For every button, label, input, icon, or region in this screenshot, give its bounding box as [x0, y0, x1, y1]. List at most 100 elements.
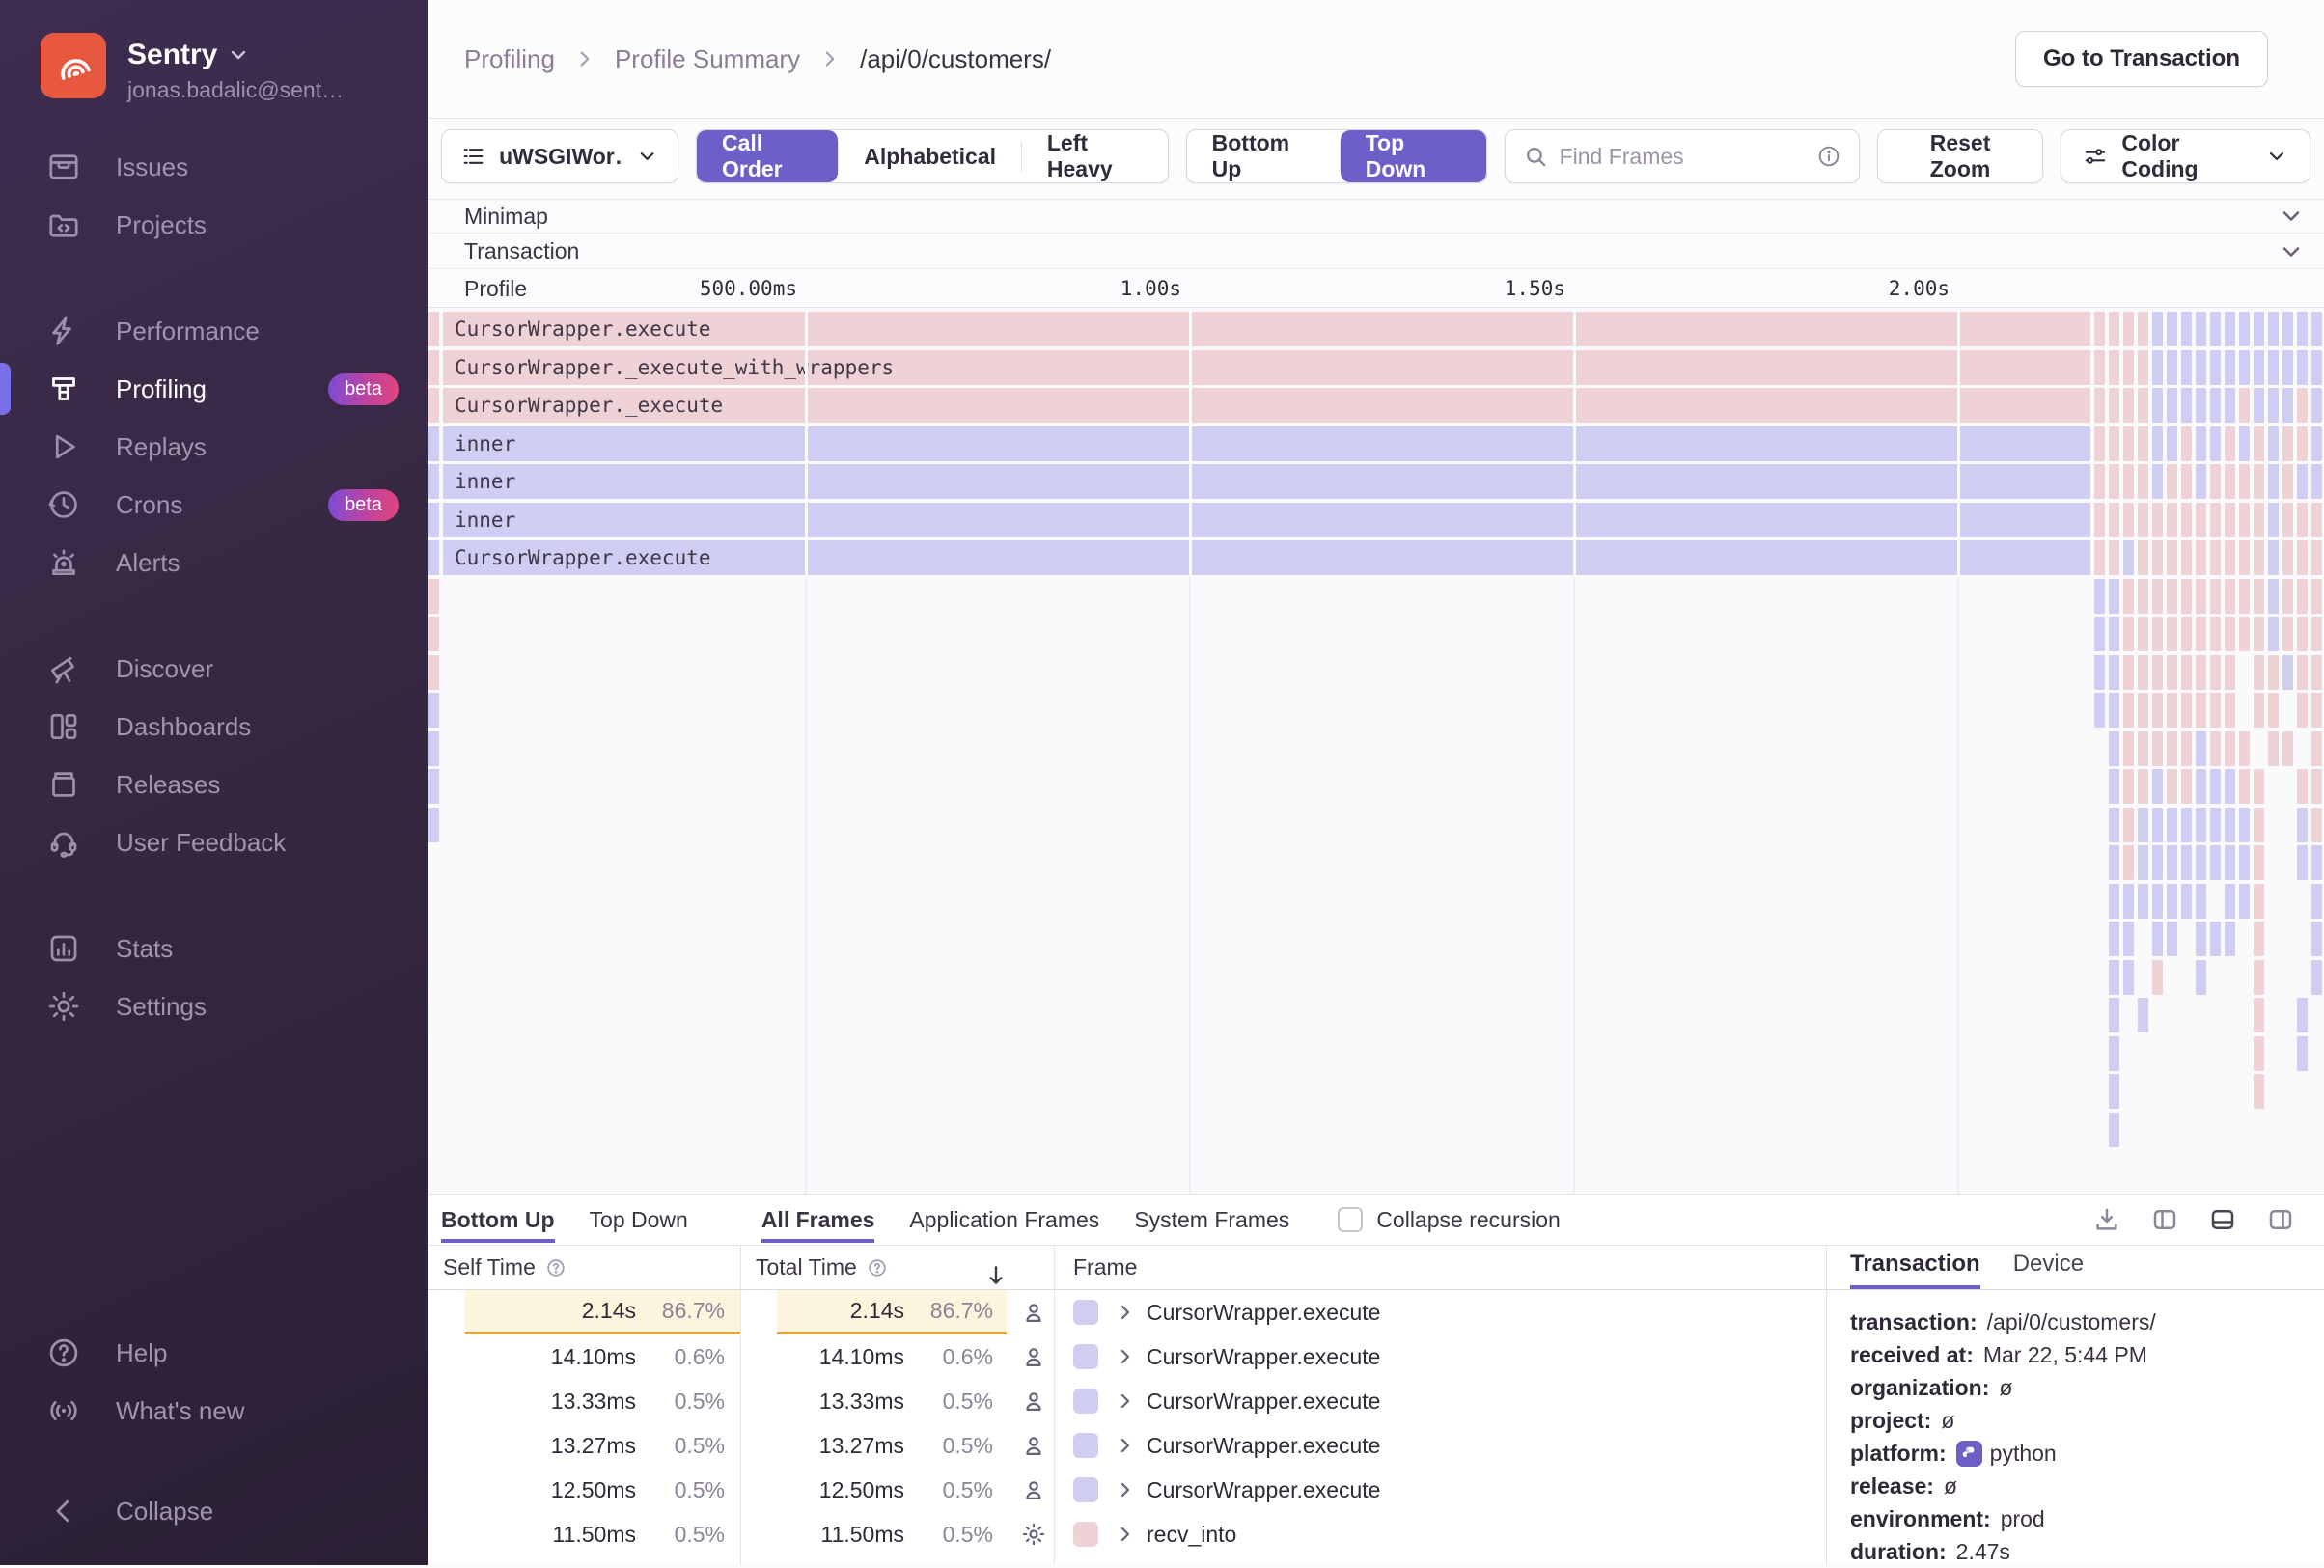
color-coding-dropdown[interactable]: Color Coding [2061, 129, 2311, 183]
sidebar-item-stats[interactable]: Stats [0, 920, 428, 977]
tab-application-frames[interactable]: Application Frames [909, 1197, 1099, 1243]
dock-right-icon[interactable] [2266, 1205, 2295, 1234]
chevron-down-icon[interactable] [2278, 203, 2305, 230]
sidebar-item-dashboards[interactable]: Dashboards [0, 698, 428, 756]
flame-frame-bar[interactable]: inner [443, 503, 2080, 537]
flame-frame-bar[interactable]: CursorWrapper.execute [443, 312, 2080, 346]
flame-sliver[interactable] [428, 388, 439, 423]
sidebar-item-crons[interactable]: Crons beta [0, 476, 428, 534]
thread-selector-dropdown[interactable]: uWSGIWor… [441, 129, 678, 183]
sidebar-item-releases[interactable]: Releases [0, 756, 428, 813]
sidebar-item-replays[interactable]: Replays [0, 418, 428, 476]
sidebar-item-projects[interactable]: Projects [0, 196, 428, 254]
view-bottom-up[interactable]: Bottom Up [1187, 130, 1340, 182]
frames-table: Self Time Total Time Frame 2.14s 86.7% 2.1… [428, 1246, 1826, 1565]
expand-chevron-icon[interactable] [1114, 1301, 1137, 1324]
expand-chevron-icon[interactable] [1114, 1389, 1137, 1413]
detail-field: transaction:/api/0/customers/ [1850, 1306, 2324, 1338]
dock-bottom-icon[interactable] [2208, 1205, 2237, 1234]
find-frames-search[interactable] [1504, 129, 1860, 183]
total-time-header[interactable]: Total Time [740, 1254, 1054, 1284]
flame-sliver[interactable] [428, 655, 439, 690]
flame-frame-bar[interactable]: CursorWrapper._execute_with_wrappers [443, 350, 2080, 385]
flame-frame-bar[interactable]: CursorWrapper.execute [443, 540, 2080, 575]
sort-call-order[interactable]: Call Order [697, 130, 839, 182]
flame-sliver[interactable] [428, 693, 439, 728]
flame-frame-bar[interactable]: CursorWrapper._execute [443, 388, 2080, 423]
sidebar-item-label: Performance [116, 316, 260, 345]
frame-name[interactable]: CursorWrapper.execute [1147, 1389, 1380, 1415]
tab-device[interactable]: Device [2013, 1251, 2084, 1289]
frame-header[interactable]: Frame [1054, 1254, 1137, 1280]
frame-name[interactable]: CursorWrapper.execute [1147, 1477, 1380, 1503]
user-feedback-icon [46, 825, 81, 860]
collapse-recursion-checkbox[interactable]: Collapse recursion [1338, 1207, 1561, 1233]
breadcrumb-profile-summary[interactable]: Profile Summary [615, 44, 800, 74]
expand-chevron-icon[interactable] [1114, 1478, 1137, 1501]
sidebar-item-issues[interactable]: Issues [0, 138, 428, 196]
table-row[interactable]: 12.50ms 0.5% 12.50ms 0.5% CursorWrapper.exec… [428, 1468, 1826, 1512]
sidebar-item-user-feedback[interactable]: User Feedback [0, 813, 428, 871]
flame-sliver[interactable] [428, 808, 439, 842]
tab-system-frames[interactable]: System Frames [1134, 1197, 1289, 1243]
sidebar-item-what-s-new[interactable]: What's new [0, 1382, 428, 1440]
flame-sliver[interactable] [428, 579, 439, 614]
tab-top-down[interactable]: Top Down [590, 1197, 688, 1243]
flame-sliver[interactable] [428, 426, 439, 461]
self-time-header[interactable]: Self Time [428, 1254, 740, 1280]
frame-name[interactable]: CursorWrapper.execute [1147, 1433, 1380, 1459]
table-row[interactable]: 13.33ms 0.5% 13.33ms 0.5% CursorWrapper.exec… [428, 1379, 1826, 1423]
table-row[interactable]: 13.27ms 0.5% 13.27ms 0.5% CursorWrapper.exec… [428, 1423, 1826, 1468]
download-icon[interactable] [2092, 1205, 2121, 1234]
chevron-down-icon[interactable] [2278, 238, 2305, 265]
view-top-down[interactable]: Top Down [1340, 130, 1486, 182]
frame-name[interactable]: CursorWrapper.execute [1147, 1300, 1380, 1326]
minimap-row[interactable]: Minimap [428, 199, 2324, 234]
sidebar-item-label: Issues [116, 151, 189, 181]
sidebar-item-profiling[interactable]: Profiling beta [0, 360, 428, 418]
checkbox-box[interactable] [1338, 1207, 1364, 1232]
frame-name[interactable]: recv_into [1147, 1522, 1236, 1548]
org-switcher[interactable]: Sentry jonas.badalic@sent… [0, 0, 428, 103]
table-row[interactable]: 14.10ms 0.6% 14.10ms 0.6% CursorWrapper.exec… [428, 1334, 1826, 1379]
flamegraph-canvas[interactable]: CursorWrapper.execute CursorWrapper._exec… [428, 308, 2324, 1194]
expand-chevron-icon[interactable] [1114, 1345, 1137, 1368]
sidebar-item-discover[interactable]: Discover [0, 640, 428, 698]
sort-desc-icon[interactable] [982, 1262, 1010, 1289]
table-row[interactable]: 2.14s 86.7% 2.14s 86.7% CursorWrapper.execut… [428, 1290, 1826, 1334]
flame-sliver[interactable] [428, 312, 439, 346]
flame-sliver[interactable] [428, 350, 439, 385]
flame-sliver[interactable] [428, 540, 439, 575]
search-input[interactable] [1559, 143, 1805, 170]
flame-frame-bar[interactable]: inner [443, 464, 2080, 499]
beta-badge: beta [328, 372, 399, 405]
sidebar-item-performance[interactable]: Performance [0, 302, 428, 360]
frame-name[interactable]: CursorWrapper.execute [1147, 1344, 1380, 1370]
releases-icon [46, 767, 81, 802]
expand-chevron-icon[interactable] [1114, 1523, 1137, 1546]
sidebar-item-collapse[interactable]: Collapse [0, 1482, 428, 1540]
flame-sliver[interactable] [428, 503, 439, 537]
sort-left-heavy[interactable]: Left Heavy [1022, 130, 1168, 182]
sort-alphabetical[interactable]: Alphabetical [839, 130, 1021, 182]
detail-field: platform: python [1850, 1437, 2324, 1470]
flame-frame-bar[interactable]: inner [443, 426, 2080, 461]
transaction-row[interactable]: Transaction [428, 234, 2324, 269]
tab-bottom-up[interactable]: Bottom Up [441, 1197, 555, 1243]
flame-sliver[interactable] [428, 617, 439, 651]
sidebar-item-help[interactable]: Help [0, 1324, 428, 1382]
flame-sliver[interactable] [428, 769, 439, 804]
tab-all-frames[interactable]: All Frames [761, 1197, 875, 1243]
system-frame-icon [1020, 1521, 1047, 1548]
sidebar-item-settings[interactable]: Settings [0, 977, 428, 1035]
go-to-transaction-button[interactable]: Go to Transaction [2014, 31, 2268, 87]
tab-transaction[interactable]: Transaction [1850, 1251, 1980, 1289]
sidebar-item-alerts[interactable]: Alerts [0, 534, 428, 591]
flame-sliver[interactable] [428, 464, 439, 499]
flame-sliver[interactable] [428, 731, 439, 766]
reset-zoom-button[interactable]: Reset Zoom [1876, 129, 2044, 183]
breadcrumb-profiling[interactable]: Profiling [464, 44, 555, 74]
table-row[interactable]: 11.50ms 0.5% 11.50ms 0.5% recv_into [428, 1512, 1826, 1556]
expand-chevron-icon[interactable] [1114, 1434, 1137, 1457]
dock-left-icon[interactable] [2150, 1205, 2179, 1234]
